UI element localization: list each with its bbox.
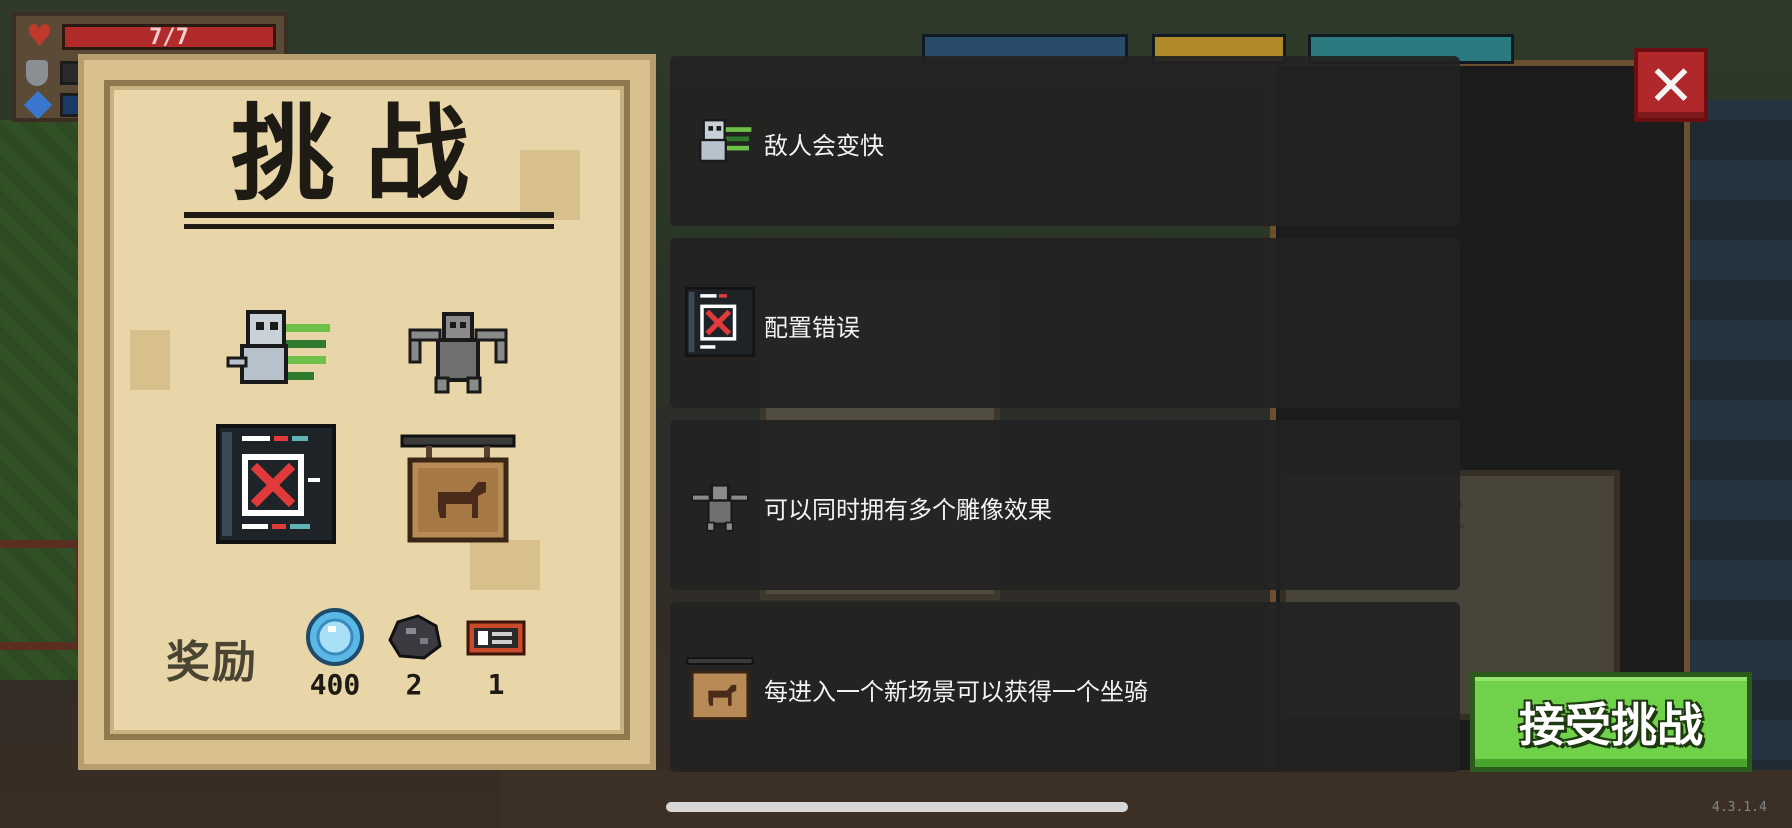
shield-icon (26, 60, 48, 86)
ore-reward-value: 2 (405, 668, 423, 701)
title-underline (184, 212, 554, 218)
home-indicator[interactable] (666, 802, 1128, 812)
rule-item: 配置错误 (670, 238, 1460, 408)
hp-row: 7/7 (26, 22, 276, 52)
rule-item: 每进入一个新场景可以获得一个坐骑 (670, 602, 1460, 772)
card-reward-value: 1 (487, 668, 505, 701)
rule-text: 敌人会变快 (764, 132, 884, 160)
background-floor (500, 770, 1792, 828)
accept-challenge-label: 接受挑战 (1519, 698, 1703, 752)
background-fence (0, 540, 84, 650)
config-error-icon (684, 286, 756, 358)
version-label: 4.3.1.4 (1712, 800, 1767, 815)
statue-icon (396, 284, 520, 408)
ore-icon (384, 610, 444, 664)
challenge-title: 挑战 (230, 93, 499, 215)
paper-stain (130, 330, 170, 390)
rule-text: 可以同时拥有多个雕像效果 (764, 496, 1052, 524)
reward-label: 奖励 (166, 637, 258, 688)
rule-item: 可以同时拥有多个雕像效果 (670, 420, 1460, 590)
mount-sign-icon (684, 650, 756, 722)
paper-stain (470, 540, 540, 590)
close-icon: ✕ (1647, 54, 1695, 119)
ghost-speed-icon (214, 284, 338, 408)
mount-sign-icon (396, 422, 520, 546)
close-button[interactable]: ✕ (1634, 48, 1708, 122)
rule-text: 配置错误 (764, 314, 860, 342)
card-icon (466, 620, 526, 656)
hp-bar: 7/7 (62, 24, 276, 50)
hp-text: 7/7 (149, 25, 189, 50)
gem-icon (304, 606, 366, 668)
title-underline (184, 224, 554, 229)
config-error-icon (214, 422, 338, 546)
rule-item: 敌人会变快 (670, 56, 1460, 226)
energy-icon (23, 90, 53, 120)
game-screen: 悬赏 悬赏 7/7 挑战 (0, 0, 1792, 828)
rule-text: 每进入一个新场景可以获得一个坐骑 (764, 678, 1148, 706)
accept-challenge-button[interactable]: 接受挑战 (1470, 672, 1752, 772)
statue-icon (684, 468, 756, 540)
heart-icon (26, 25, 52, 49)
ghost-speed-icon (684, 104, 756, 176)
gem-reward-value: 400 (309, 668, 361, 701)
